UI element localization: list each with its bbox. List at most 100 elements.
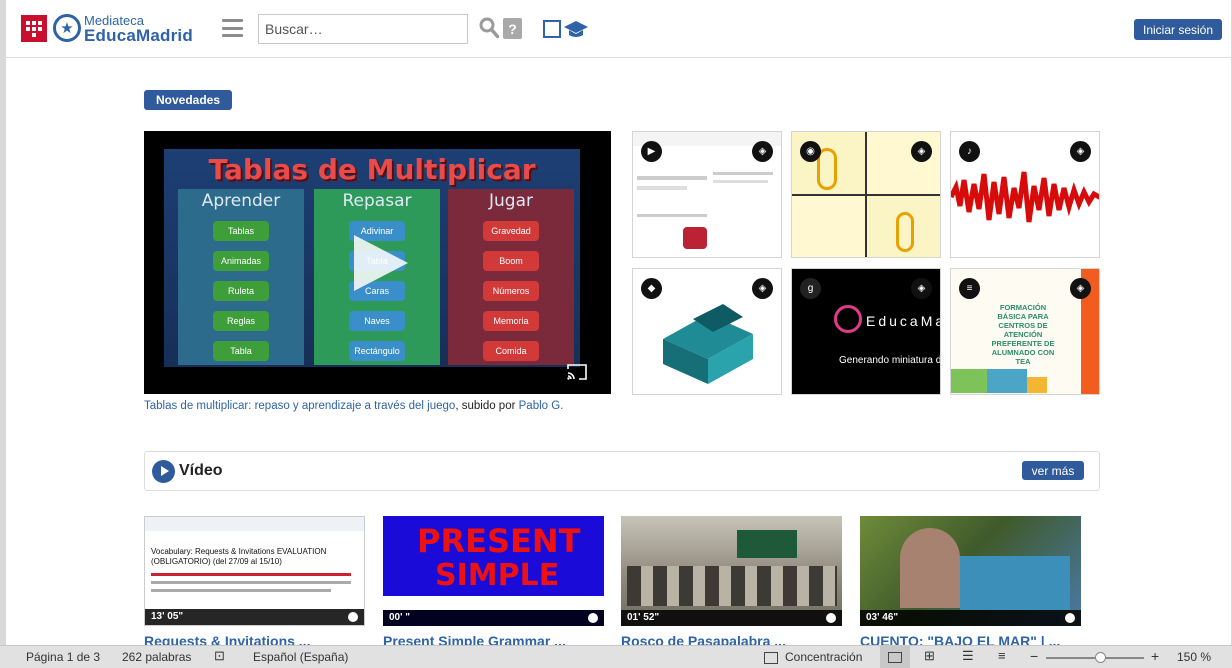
board-chip: Reglas — [213, 311, 269, 331]
media-tile[interactable]: EducaMa Generando miniatura de g ◈ — [791, 268, 941, 395]
play-icon: ▶ — [641, 141, 662, 162]
board-chip: Animadas — [213, 251, 269, 271]
status-bar: Página 1 de 3 262 palabras ⊡ Español (Es… — [0, 645, 1232, 668]
duration-text: 13' 05" — [151, 611, 184, 622]
video-title-link[interactable]: Rosco de Pasapalabra ... — [621, 633, 842, 645]
media-tile[interactable]: FORMACIÓN BÁSICA PARA CENTROS DE ATENCIÓ… — [950, 268, 1100, 395]
thumb-text-present: PRESENT — [417, 522, 581, 560]
focus-mode-button[interactable]: Concentración — [785, 650, 862, 664]
column-header: Aprender — [201, 191, 281, 211]
camera-icon: ◉ — [800, 141, 821, 162]
board-chip: Rectángulo — [349, 341, 405, 361]
educamadrid-star-icon — [834, 305, 862, 333]
video-duration: 00' " — [383, 610, 604, 626]
media-tile[interactable]: ▶ ◈ — [632, 131, 782, 258]
board-chip: Números — [483, 281, 539, 301]
board-column-jugar: Jugar Gravedad Boom Números Memoria Comi… — [448, 189, 574, 365]
graduation-cap-icon[interactable] — [564, 18, 588, 40]
audio-waveform — [951, 171, 1099, 223]
proofing-icon[interactable]: ⊡ — [214, 648, 225, 664]
document-icon: ≡ — [959, 278, 980, 299]
play-icon[interactable] — [354, 235, 408, 291]
novedades-badge: Novedades — [144, 90, 233, 110]
tile-brand-text: EducaMa — [866, 313, 941, 329]
web-layout-icon[interactable]: ⊞ — [924, 648, 935, 664]
video-card[interactable]: 03' 46" — [860, 516, 1081, 626]
video-title-link[interactable]: CUENTO: "BAJO EL MAR" | ... — [860, 633, 1081, 645]
layers-icon: ◈ — [1070, 278, 1091, 299]
featured-author-link[interactable]: Pablo G. — [519, 400, 564, 412]
page-count[interactable]: Página 1 de 3 — [26, 650, 100, 664]
media-tile[interactable]: ◆ ◈ — [632, 268, 782, 395]
layers-icon: ◈ — [911, 278, 932, 299]
outline-view-icon[interactable]: ☰ — [962, 648, 974, 664]
thumb-text-simple: SIMPLE — [435, 558, 560, 593]
layers-icon — [588, 613, 598, 623]
duration-text: 01' 52" — [627, 612, 660, 623]
layers-icon — [1065, 613, 1075, 623]
board-chip: Memoria — [483, 311, 539, 331]
zoom-out-button[interactable]: − — [1030, 648, 1038, 664]
video-card[interactable]: PRESENT SIMPLE 00' " — [383, 516, 604, 626]
play-circle-icon — [152, 460, 175, 483]
caption-separator: , subido por — [455, 400, 519, 412]
audio-icon: ♪ — [959, 141, 980, 162]
video-title-link[interactable]: Present Simple Grammar ... — [383, 633, 604, 645]
video-duration: 01' 52" — [621, 610, 842, 626]
3d-house-model — [663, 304, 753, 384]
featured-video-player[interactable]: Tablas de Multiplicar Aprender Tablas An… — [144, 131, 611, 394]
video-duration: 13' 05" — [145, 609, 364, 625]
video-section-header: Vídeo ver más — [144, 451, 1100, 491]
see-more-button[interactable]: ver más — [1022, 461, 1084, 480]
column-header: Repasar — [342, 191, 412, 211]
board-chip: Comida — [483, 341, 539, 361]
hamburger-menu-icon[interactable] — [222, 19, 243, 37]
board-chip: Gravedad — [483, 221, 539, 241]
layers-icon: ◈ — [1070, 141, 1091, 162]
draft-view-icon[interactable]: ≡ — [998, 648, 1006, 663]
madrid-flag-logo[interactable] — [21, 15, 47, 42]
logo-educamadrid[interactable]: EducaMadrid — [84, 26, 193, 46]
media-tile[interactable]: ◉ ◈ — [791, 131, 941, 258]
zoom-in-button[interactable]: + — [1151, 648, 1159, 664]
educamadrid-star-icon[interactable]: ★ — [53, 14, 81, 42]
search-icon[interactable] — [479, 17, 499, 39]
featured-title-link[interactable]: Tablas de multiplicar: repaso y aprendiz… — [144, 400, 455, 412]
search-input[interactable] — [258, 14, 468, 44]
cast-icon[interactable] — [566, 363, 588, 381]
tile-status-text: Generando miniatura de — [839, 355, 941, 366]
tile-doc-text: FORMACIÓN BÁSICA PARA CENTROS DE ATENCIÓ… — [991, 303, 1055, 366]
layers-icon: ◈ — [911, 141, 932, 162]
board-chip: Naves — [349, 311, 405, 331]
duration-text: 00' " — [389, 612, 411, 623]
video-thumb-heading: Vocabulary: Requests & Invitations EVALU… — [151, 547, 327, 566]
top-bar: ★ Mediateca EducaMadrid ? Iniciar sesión — [6, 0, 1231, 58]
media-tile[interactable]: ♪ ◈ — [950, 131, 1100, 258]
print-layout-icon — [888, 652, 902, 663]
help-icon[interactable]: ? — [503, 18, 522, 39]
column-header: Jugar — [489, 191, 533, 211]
board-chip: Tabla — [213, 341, 269, 361]
video-duration: 03' 46" — [860, 610, 1081, 626]
page-frame: ★ Mediateca EducaMadrid ? Iniciar sesión… — [0, 0, 1232, 645]
login-button[interactable]: Iniciar sesión — [1134, 19, 1222, 40]
g-icon: g — [800, 278, 821, 299]
duration-text: 03' 46" — [866, 612, 899, 623]
language-indicator[interactable]: Español (España) — [253, 650, 348, 664]
video-board-title: Tablas de Multiplicar — [208, 153, 536, 186]
square-view-icon[interactable] — [543, 20, 561, 38]
board-chip: Boom — [483, 251, 539, 271]
video-card[interactable]: 01' 52" — [621, 516, 842, 626]
zoom-slider-handle[interactable] — [1095, 652, 1106, 663]
word-count[interactable]: 262 palabras — [122, 650, 191, 664]
video-card[interactable]: Vocabulary: Requests & Invitations EVALU… — [144, 516, 365, 626]
zoom-level[interactable]: 150 % — [1177, 650, 1211, 664]
board-chip: Tablas — [213, 221, 269, 241]
focus-icon[interactable] — [764, 652, 778, 664]
video-section-title: Vídeo — [179, 462, 223, 479]
featured-caption: Tablas de multiplicar: repaso y aprendiz… — [144, 400, 563, 412]
board-chip: Ruleta — [213, 281, 269, 301]
board-column-aprender: Aprender Tablas Animadas Ruleta Reglas T… — [178, 189, 304, 365]
video-title-link[interactable]: Requests & Invitations ... — [144, 633, 365, 645]
layers-icon: ◈ — [752, 278, 773, 299]
